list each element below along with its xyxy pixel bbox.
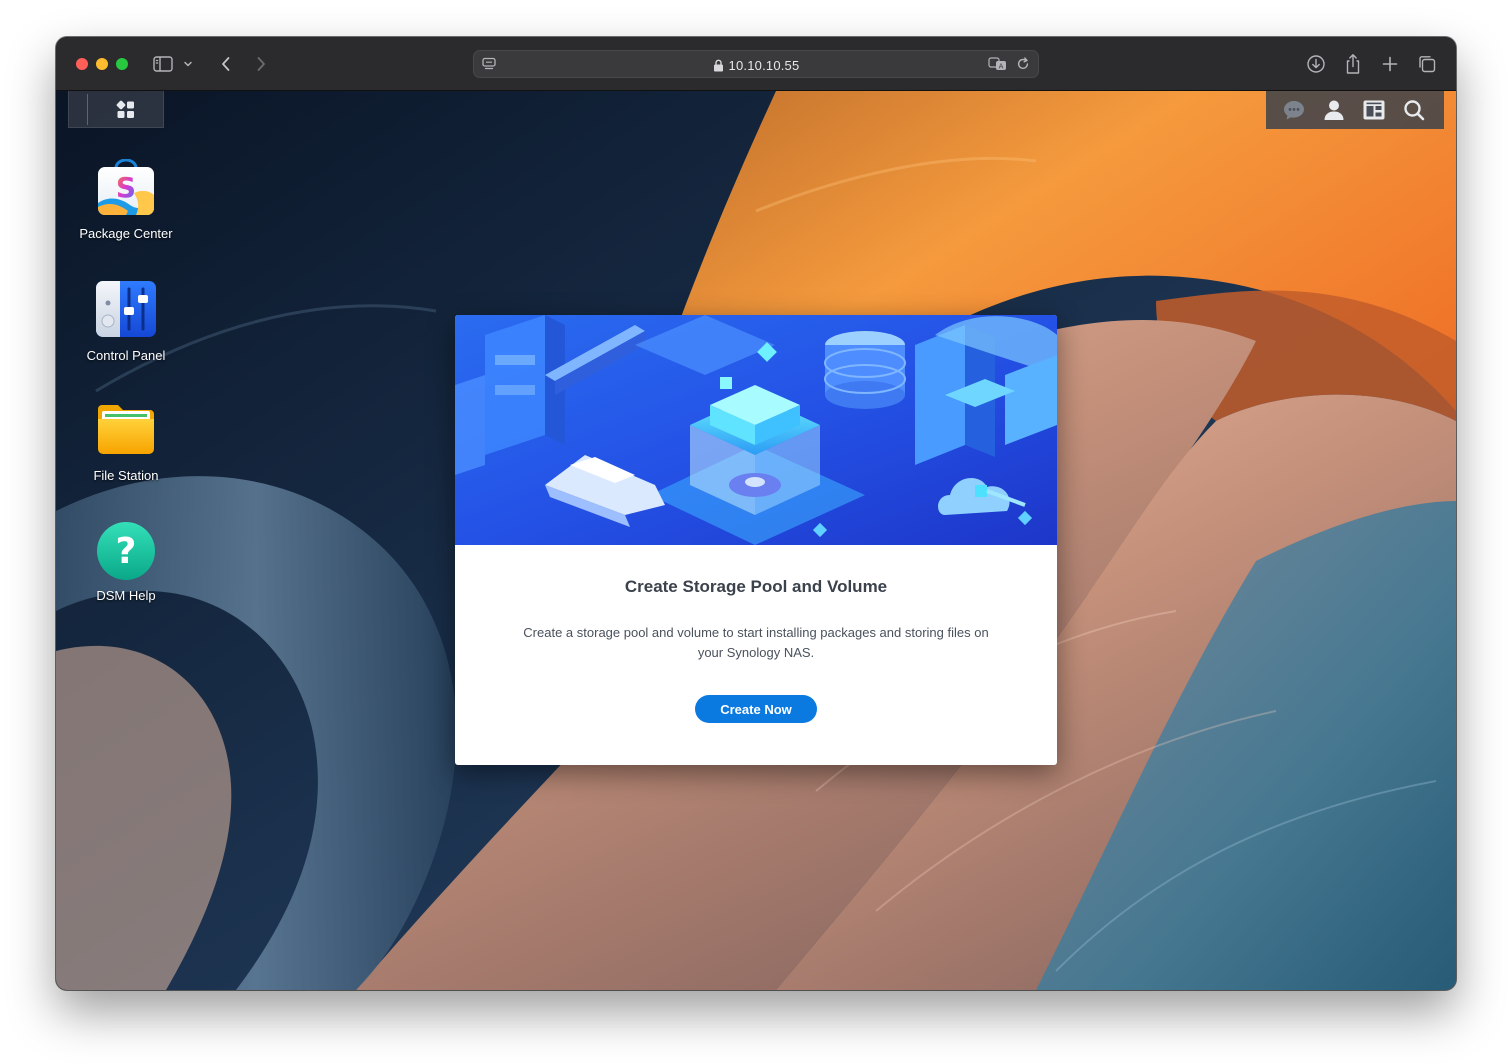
user-icon[interactable] [1322, 98, 1346, 122]
desktop-icon-label: DSM Help [96, 588, 156, 603]
dsm-help-icon: ? [96, 521, 156, 581]
reload-icon[interactable] [1016, 57, 1030, 76]
chevron-down-icon [183, 60, 193, 68]
widgets-icon[interactable] [1362, 98, 1386, 122]
address-bar[interactable]: 10.10.10.55 A [473, 50, 1039, 78]
download-icon [1306, 54, 1326, 74]
main-menu-button[interactable] [68, 91, 164, 128]
control-panel-icon [96, 281, 156, 341]
chevron-left-icon [220, 55, 232, 73]
desktop-icon-control-panel[interactable]: Control Panel [76, 281, 176, 365]
share-button[interactable] [1340, 51, 1366, 77]
browser-toolbar: 10.10.10.55 A [56, 37, 1456, 91]
svg-text:A: A [999, 62, 1004, 70]
chat-icon[interactable] [1282, 98, 1306, 122]
back-button[interactable] [213, 51, 239, 77]
main-menu-grid-icon [116, 100, 136, 125]
create-now-button[interactable]: Create Now [695, 695, 817, 723]
tab-overview-icon [1417, 54, 1437, 74]
downloads-button[interactable] [1303, 51, 1329, 77]
create-storage-dialog: Create Storage Pool and Volume Create a … [455, 315, 1057, 765]
translate-icon[interactable]: A [988, 56, 1008, 77]
package-center-icon: S [96, 158, 156, 219]
share-icon [1344, 53, 1362, 75]
desktop-icon-package-center[interactable]: S Package Center [76, 158, 176, 243]
sidebar-icon [153, 56, 173, 72]
dialog-description: Create a storage pool and volume to star… [523, 625, 989, 660]
main-menu-divider [87, 94, 88, 125]
browser-window: 10.10.10.55 A S Package Center Control P… [56, 37, 1456, 990]
url-text: 10.10.10.55 [728, 57, 800, 73]
close-window-button[interactable] [76, 58, 88, 70]
desktop-icon-label: Control Panel [86, 348, 166, 363]
storage-illustration-image [455, 315, 1057, 545]
dialog-title: Create Storage Pool and Volume [624, 577, 888, 596]
svg-text:S: S [116, 171, 136, 204]
zoom-window-button[interactable] [116, 58, 128, 70]
search-icon[interactable] [1402, 98, 1426, 122]
sidebar-toggle-button[interactable] [150, 51, 176, 77]
top-tray [1266, 91, 1444, 129]
desktop-icon-file-station[interactable]: File Station [76, 401, 176, 485]
minimize-window-button[interactable] [96, 58, 108, 70]
lock-icon [713, 59, 724, 72]
forward-button[interactable] [248, 51, 274, 77]
dsm-desktop: S Package Center Control Panel File Stat… [56, 91, 1456, 990]
desktop-icon-dsm-help[interactable]: ? DSM Help [76, 521, 176, 605]
svg-text:?: ? [116, 531, 137, 572]
new-tab-button[interactable] [1377, 51, 1403, 77]
desktop-icon-label: Package Center [79, 226, 173, 241]
file-station-icon [96, 401, 156, 461]
tab-overview-button[interactable] [1414, 51, 1440, 77]
chevron-right-icon [255, 55, 267, 73]
desktop-icon-label: File Station [93, 468, 159, 483]
tab-group-dropdown[interactable] [180, 51, 196, 77]
plus-icon [1381, 55, 1399, 73]
